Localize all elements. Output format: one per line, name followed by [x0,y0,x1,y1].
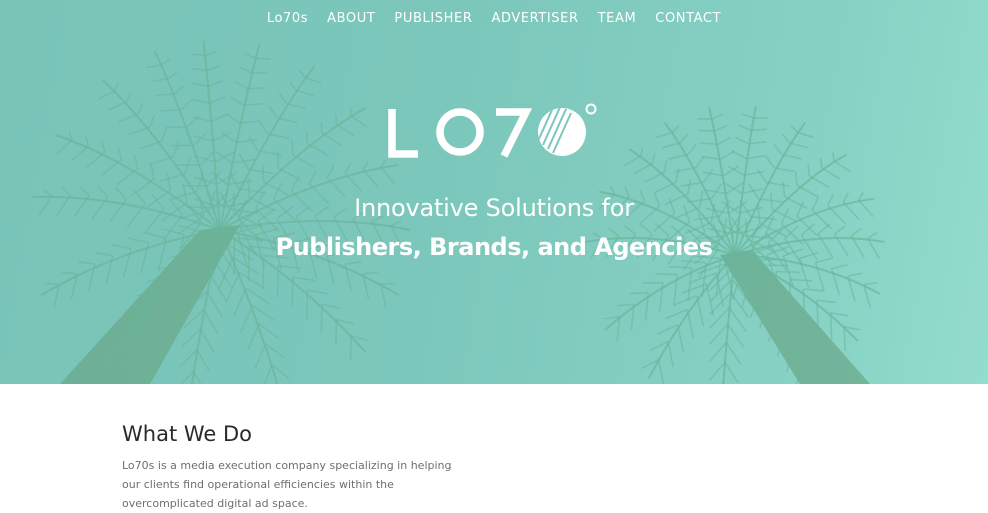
palm-trees-image [0,0,988,384]
hero-section: Lo70s ABOUT PUBLISHER ADVERTISER TEAM CO… [0,0,988,384]
lo70-logo [388,101,602,161]
nav-item-home[interactable]: Lo70s [267,11,308,26]
nav-item-advertiser[interactable]: ADVERTISER [491,11,578,26]
what-we-do-heading: What We Do [122,422,252,446]
hero-tagline-line-1: Innovative Solutions for [0,194,988,222]
nav-item-contact[interactable]: CONTACT [655,11,721,26]
nav-item-about[interactable]: ABOUT [327,11,375,26]
top-navigation: Lo70s ABOUT PUBLISHER ADVERTISER TEAM CO… [0,11,988,26]
what-we-do-description: Lo70s is a media execution company speci… [122,456,462,513]
hero-tagline-line-2: Publishers, Brands, and Agencies [0,233,988,261]
nav-item-publisher[interactable]: PUBLISHER [394,11,472,26]
nav-item-team[interactable]: TEAM [598,11,637,26]
